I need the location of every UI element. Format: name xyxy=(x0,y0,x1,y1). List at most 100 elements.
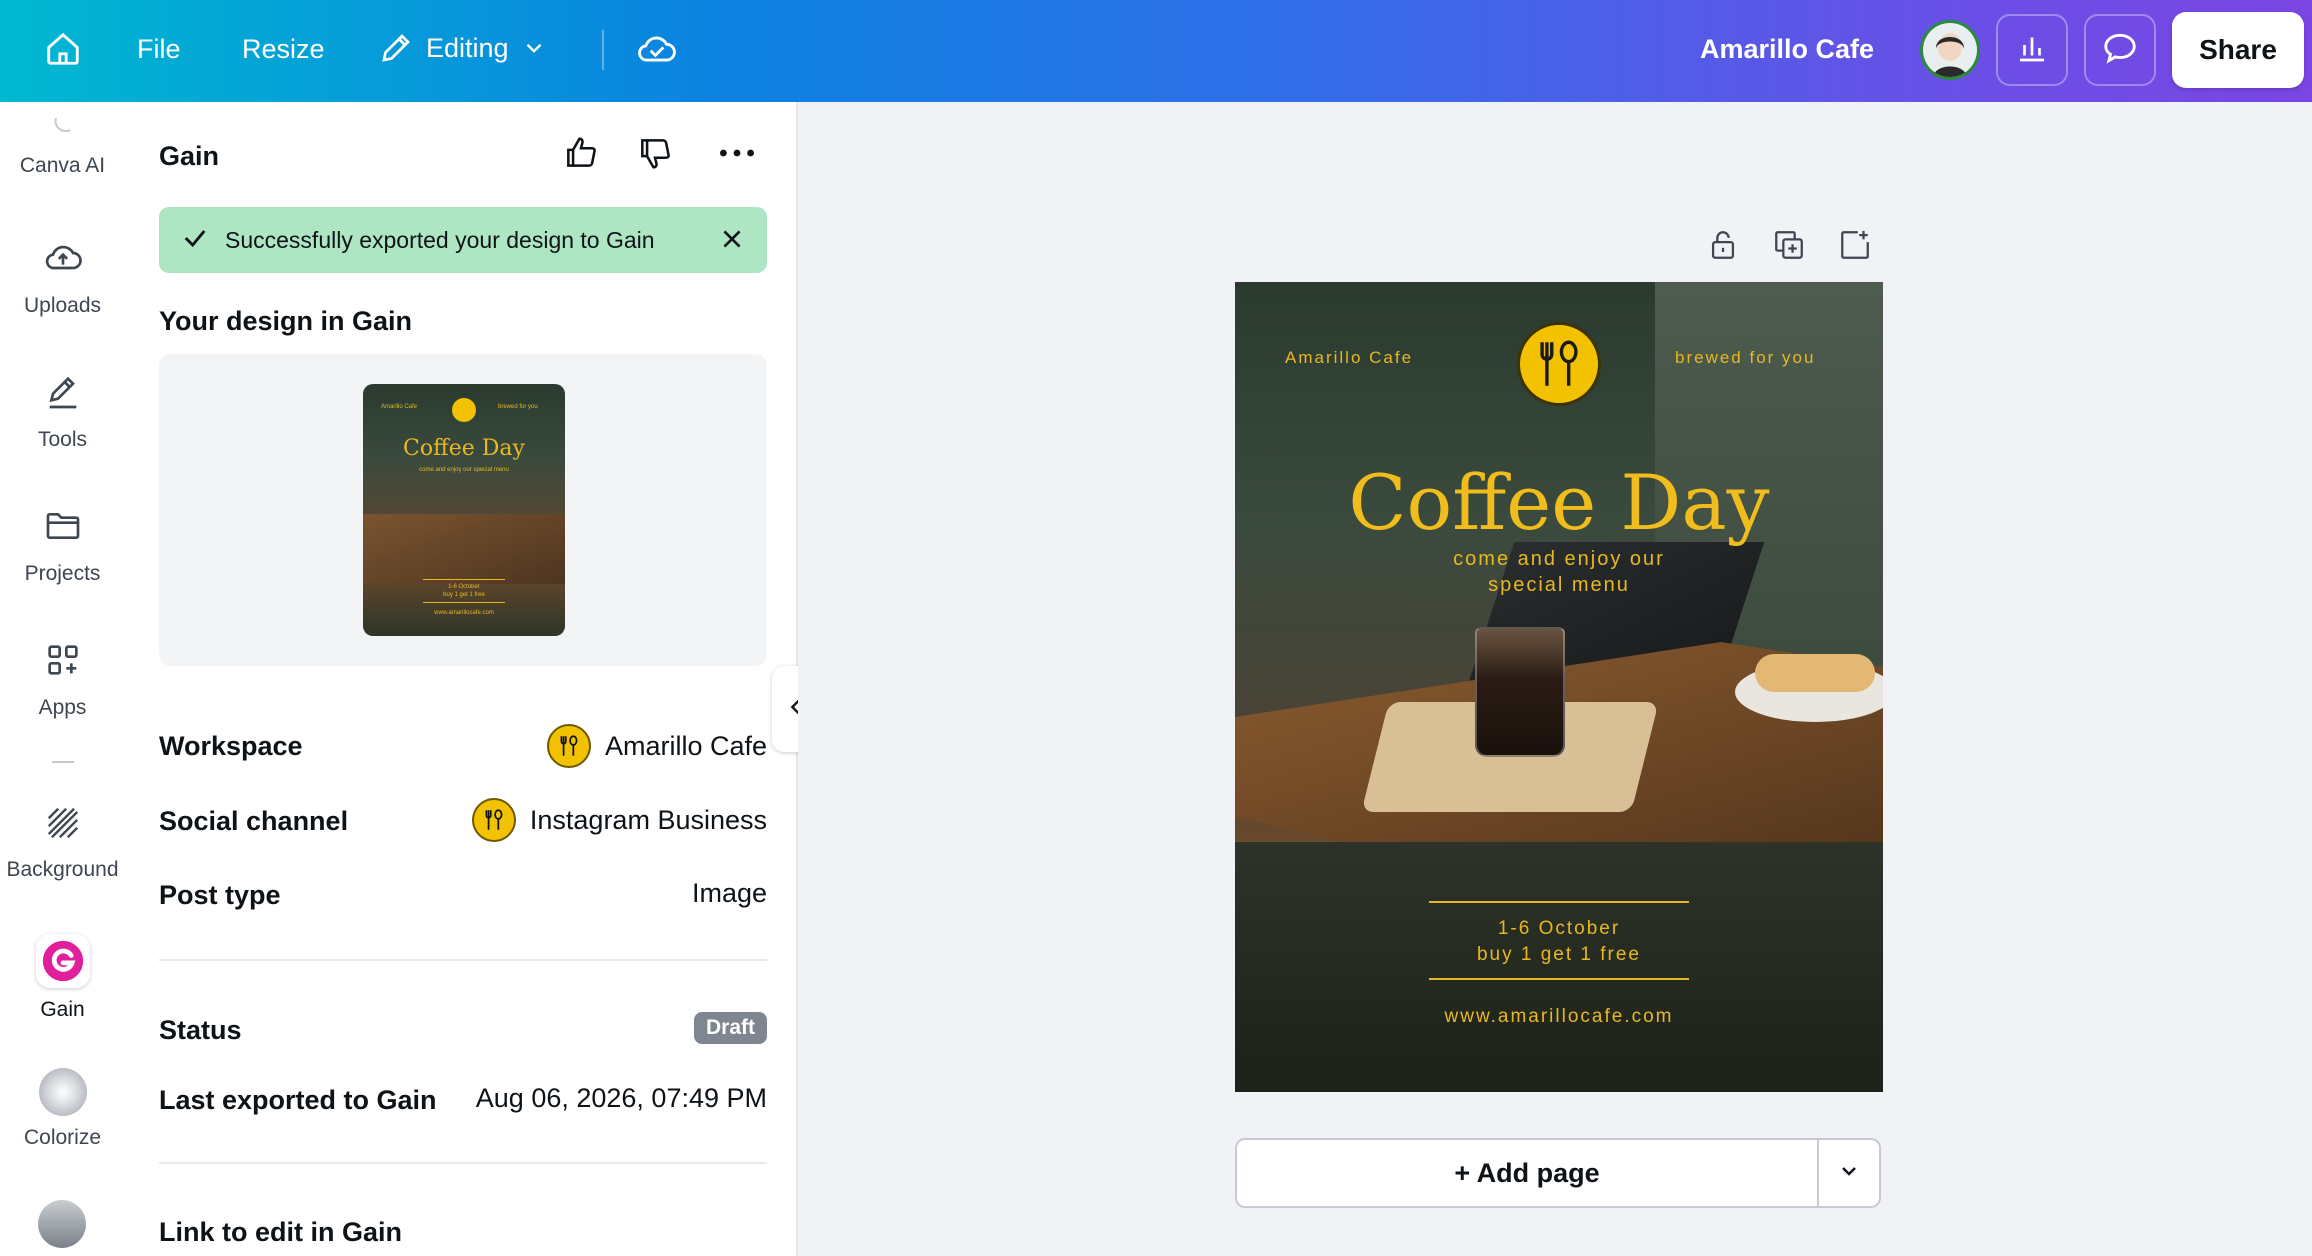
thumbs-up-icon xyxy=(562,137,600,176)
thumbs-down-button[interactable] xyxy=(636,134,674,177)
avatar[interactable] xyxy=(1920,20,1980,80)
thumb-table xyxy=(363,514,565,584)
comment-icon xyxy=(2101,29,2139,72)
thumb-url: www.amarillocafe.com xyxy=(434,610,494,616)
add-page-icon-button[interactable] xyxy=(1838,228,1872,267)
rail-item-colorize[interactable]: Colorize xyxy=(0,1068,125,1150)
resize-menu[interactable]: Resize xyxy=(242,34,325,65)
poster-title: Coffee Day xyxy=(1348,458,1770,547)
rail-app-thumbnail[interactable] xyxy=(38,1200,86,1248)
last-exported-value: Aug 06, 2026, 07:49 PM xyxy=(475,1083,767,1113)
user-avatar-icon xyxy=(1923,23,1977,77)
more-horizontal-icon xyxy=(716,149,758,174)
editing-label: Editing xyxy=(426,32,509,63)
social-channel-value[interactable]: Instagram Business xyxy=(471,798,767,842)
checkmark-icon xyxy=(181,224,209,257)
chevron-down-icon xyxy=(521,35,547,61)
link-to-edit-label: Link to edit in Gain xyxy=(159,1217,402,1247)
status-value: Draft xyxy=(693,1012,767,1044)
rail-item-gain[interactable]: Gain xyxy=(0,934,125,1022)
lock-icon xyxy=(1706,231,1740,266)
section-divider xyxy=(159,959,767,961)
status-label: Status xyxy=(159,1015,242,1045)
design-heading: Your design in Gain xyxy=(159,306,413,336)
comments-button[interactable] xyxy=(2084,14,2156,86)
thumb-offer: buy 1 get 1 free xyxy=(443,592,485,598)
close-toast-button[interactable] xyxy=(719,226,745,257)
thumb-tagline: brewed for you xyxy=(498,404,538,410)
rail-item-canva-ai[interactable]: Canva AI xyxy=(0,116,125,178)
top-bar: File Resize Editing Amarillo Cafe Share xyxy=(0,0,2312,102)
thumb-brand: Amarillo Cafe xyxy=(381,404,418,410)
side-rail: Canva AI Uploads Tools Projects Apps Bac… xyxy=(0,102,125,1256)
thumbs-up-button[interactable] xyxy=(562,134,600,177)
rail-label: Apps xyxy=(38,696,87,719)
social-channel-label: Social channel xyxy=(159,806,349,836)
editing-mode-dropdown[interactable]: Editing xyxy=(378,30,547,66)
poster-date: 1-6 October xyxy=(1497,918,1621,939)
rail-item-background[interactable]: Background xyxy=(0,804,125,882)
panel-title: Gain xyxy=(159,141,220,171)
background-icon xyxy=(44,804,82,848)
workspace-name: Amarillo Cafe xyxy=(604,730,767,761)
workspace-value[interactable]: Amarillo Cafe xyxy=(546,724,767,768)
rail-label: Uploads xyxy=(23,294,102,317)
design-thumbnail[interactable]: Amarillo Cafe brewed for you Coffee Day … xyxy=(363,384,565,636)
add-page-options-button[interactable] xyxy=(1819,1140,1879,1206)
close-icon xyxy=(719,230,745,256)
insights-button[interactable] xyxy=(1996,14,2068,86)
lock-page-button[interactable] xyxy=(1706,228,1740,267)
thumb-subtitle: come and enjoy our special menu xyxy=(419,467,509,473)
cafe-logo-icon xyxy=(471,798,516,842)
folder-icon xyxy=(43,506,83,552)
thumb-title: Coffee Day xyxy=(403,436,525,461)
cafe-logo-icon xyxy=(546,724,591,768)
chevron-down-icon xyxy=(1837,1159,1861,1188)
rail-item-uploads[interactable]: Uploads xyxy=(0,238,125,318)
add-page-button[interactable]: + Add page xyxy=(1237,1140,1819,1206)
divider xyxy=(602,30,604,70)
poster-logo-icon xyxy=(1517,322,1601,406)
poster-tagline: brewed for you xyxy=(1675,348,1816,367)
section-divider xyxy=(159,1162,767,1164)
save-status-button[interactable] xyxy=(636,30,678,68)
rail-item-tools[interactable]: Tools xyxy=(0,372,125,452)
more-options-button[interactable] xyxy=(716,136,758,175)
share-button[interactable]: Share xyxy=(2172,12,2304,88)
rail-label: Tools xyxy=(37,428,88,451)
upload-cloud-icon xyxy=(43,238,83,284)
poster-floor xyxy=(1235,842,1883,1092)
resize-label: Resize xyxy=(242,34,325,64)
gain-icon xyxy=(35,934,90,988)
rail-item-apps[interactable]: Apps xyxy=(0,640,125,720)
thumbs-down-icon xyxy=(636,139,674,176)
home-button[interactable] xyxy=(44,30,82,68)
rail-label: Canva AI xyxy=(19,154,106,177)
file-menu[interactable]: File xyxy=(137,34,181,65)
poster-subtitle-2: special menu xyxy=(1488,574,1630,596)
poster-brand: Amarillo Cafe xyxy=(1285,348,1414,367)
cloud-check-icon xyxy=(636,30,678,68)
duplicate-page-button[interactable] xyxy=(1772,228,1806,267)
design-preview-box: Amarillo Cafe brewed for you Coffee Day … xyxy=(159,354,767,666)
poster-rule-bottom xyxy=(1429,978,1689,980)
rail-label: Projects xyxy=(24,562,101,585)
rail-divider xyxy=(52,761,74,763)
add-page-bar: + Add page xyxy=(1235,1138,1881,1208)
rail-label: Colorize xyxy=(23,1126,102,1149)
post-type-value: Image xyxy=(691,878,767,908)
poster-subtitle-1: come and enjoy our xyxy=(1453,548,1665,570)
design-name[interactable]: Amarillo Cafe xyxy=(1700,34,1874,65)
bar-chart-icon xyxy=(2014,30,2050,71)
duplicate-icon xyxy=(1772,231,1806,266)
rail-item-projects[interactable]: Projects xyxy=(0,506,125,586)
poster-offer: buy 1 get 1 free xyxy=(1476,944,1642,965)
tools-icon xyxy=(43,372,83,418)
success-toast: Successfully exported your design to Gai… xyxy=(159,207,767,273)
file-label: File xyxy=(137,34,181,64)
design-name-label: Amarillo Cafe xyxy=(1700,34,1875,64)
design-page[interactable]: Amarillo Cafe brewed for you Coffee Day … xyxy=(1235,282,1883,1092)
workspace-label: Workspace xyxy=(159,731,303,761)
canva-ai-icon xyxy=(48,116,78,144)
home-icon xyxy=(44,30,82,68)
